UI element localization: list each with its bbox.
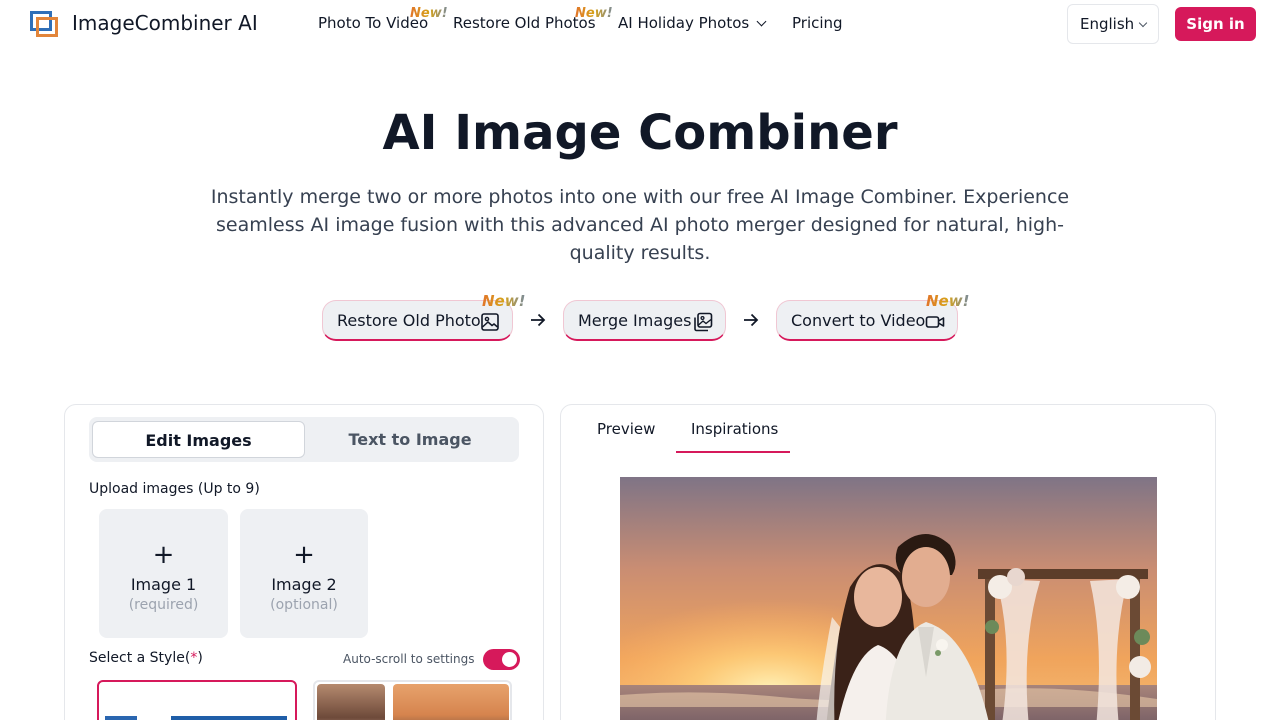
upload-image-2-hint: (optional) <box>270 597 338 613</box>
page-subtitle: Instantly merge two or more photos into … <box>210 186 1070 264</box>
style-label: Select a Style(*) <box>89 650 203 666</box>
language-selector[interactable]: English <box>1067 4 1159 44</box>
style-thumbnail-couple <box>393 684 509 720</box>
plus-icon: + <box>293 540 315 570</box>
style-option-selected[interactable] <box>97 680 297 720</box>
image-icon <box>481 313 499 331</box>
tab-edit-images[interactable]: Edit Images <box>92 421 305 458</box>
step-restore-new-badge: New! <box>482 292 526 310</box>
sign-in-button[interactable]: Sign in <box>1175 7 1256 41</box>
editor-panel: Edit Images Text to Image Upload images … <box>64 404 544 720</box>
nav-ai-holiday-photos[interactable]: AI Holiday Photos <box>618 14 767 32</box>
logo-icon[interactable] <box>30 11 58 37</box>
nav-pricing[interactable]: Pricing <box>792 14 843 32</box>
style-thumbnail <box>105 716 137 720</box>
step-merge-images-label: Merge Images <box>578 311 692 330</box>
style-label-text: Select a Style <box>89 650 185 666</box>
step-convert-new-badge: New! <box>926 292 970 310</box>
step-restore-old-photo-label: Restore Old Photo <box>337 311 481 330</box>
upload-image-2[interactable]: + Image 2 (optional) <box>240 509 368 638</box>
upload-image-1-label: Image 1 <box>130 575 197 594</box>
upload-label: Upload images (Up to 9) <box>89 481 260 497</box>
upload-image-1[interactable]: + Image 1 (required) <box>99 509 228 638</box>
plus-icon: + <box>152 540 175 570</box>
site-header: ImageCombiner AI Photo To Video New! Res… <box>0 0 1280 46</box>
language-label: English <box>1080 15 1135 33</box>
nav-photo-to-video-new-badge: New! <box>410 6 448 21</box>
autoscroll-toggle[interactable] <box>483 649 520 670</box>
active-tab-indicator <box>676 451 790 453</box>
images-icon <box>694 312 713 332</box>
tab-text-to-image[interactable]: Text to Image <box>305 421 515 458</box>
step-merge-images-button[interactable]: Merge Images <box>563 300 726 341</box>
style-option[interactable] <box>313 680 512 720</box>
style-thumbnail <box>171 716 287 720</box>
step-convert-to-video-label: Convert to Video <box>791 311 926 330</box>
nav-restore-old-photos-new-badge: New! <box>575 6 613 21</box>
logo-square-orange <box>36 17 58 37</box>
toggle-knob <box>502 652 517 667</box>
preview-panel: Preview Inspirations <box>560 404 1216 720</box>
upload-image-1-hint: (required) <box>128 597 199 613</box>
required-mark: * <box>190 650 198 666</box>
autoscroll-label: Auto-scroll to settings <box>343 652 475 666</box>
wedding-beach-photo <box>620 477 1157 720</box>
video-icon <box>925 316 945 328</box>
tab-inspirations[interactable]: Inspirations <box>691 420 778 438</box>
style-thumbnail-portrait <box>317 684 385 720</box>
tab-preview[interactable]: Preview <box>597 420 655 438</box>
brand-name[interactable]: ImageCombiner AI <box>72 11 258 35</box>
upload-image-2-label: Image 2 <box>271 575 337 594</box>
chevron-down-icon <box>1138 18 1148 28</box>
nav-ai-holiday-photos-label: AI Holiday Photos <box>618 14 750 32</box>
arrow-right-icon <box>744 313 759 327</box>
inspiration-image[interactable] <box>620 477 1157 720</box>
chevron-down-icon <box>756 16 767 27</box>
editor-tabs: Edit Images Text to Image <box>89 417 519 462</box>
arrow-right-icon <box>531 313 546 327</box>
page-title: AI Image Combiner <box>382 105 898 161</box>
